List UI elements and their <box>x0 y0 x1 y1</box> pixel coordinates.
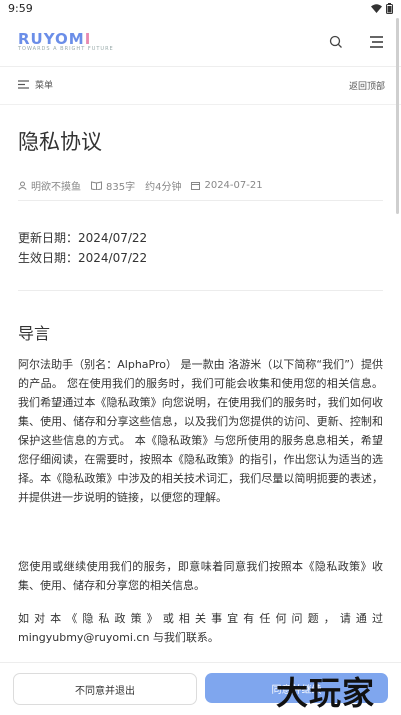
battery-icon <box>386 3 393 14</box>
reject-and-exit-button[interactable]: 不同意并退出 <box>13 673 197 705</box>
meta-read-time: 约4分钟 <box>145 178 181 193</box>
article-toolbar: 菜单 返回顶部 <box>0 66 401 105</box>
divider <box>18 200 383 201</box>
status-time: 9:59 <box>8 2 33 15</box>
meta-date-text: 2024-07-21 <box>204 180 263 191</box>
page-scrollbar[interactable] <box>396 18 399 214</box>
paragraph: 您使用或继续使用我们的服务，即意味着同意我们按照本《隐私政策》收集、使用、储存和… <box>18 560 383 592</box>
site-logo[interactable]: RUYOMI TOWARDS A BRIGHT FUTURE <box>18 30 114 52</box>
toc-menu-label: 菜单 <box>35 81 54 91</box>
effective-date: 生效日期：2024/07/22 <box>18 251 148 265</box>
site-header: RUYOMI TOWARDS A BRIGHT FUTURE <box>0 18 401 67</box>
menu-icon[interactable] <box>368 35 384 49</box>
section-heading: 导言 <box>18 324 51 343</box>
watermark: 大玩家 <box>276 674 376 712</box>
wifi-icon <box>371 4 382 13</box>
book-icon <box>91 181 102 190</box>
meta-date: 2024-07-21 <box>191 180 263 191</box>
meta-words: 835字 <box>91 178 135 193</box>
status-icons <box>371 3 393 14</box>
divider <box>18 290 383 291</box>
meta-author: 明欲不摸鱼 <box>18 178 81 193</box>
meta-read-time-text: 约4分钟 <box>145 182 182 193</box>
meta-author-text: 明欲不摸鱼 <box>31 182 81 193</box>
updated-date: 更新日期：2024/07/22 <box>18 231 148 245</box>
list-icon <box>18 80 29 89</box>
status-bar: 9:59 <box>0 0 401 18</box>
paragraph: 如对本《隐私政策》或相关事宜有任何问题，请通过 mingyubmy@ruyomi… <box>18 612 383 644</box>
toc-menu-button[interactable]: 菜单 <box>18 78 53 91</box>
paragraph: 阿尔法助手（别名：AlphaPro） 是一款由 洛游米（以下简称“我们”）提供的… <box>18 358 383 504</box>
user-icon <box>18 181 27 190</box>
meta-words-text: 835字 <box>106 182 136 193</box>
article-meta: 明欲不摸鱼 835字 约4分钟 2024-07-21 <box>18 178 273 193</box>
logo-tagline: TOWARDS A BRIGHT FUTURE <box>18 46 114 52</box>
policy-dates: 更新日期：2024/07/22 生效日期：2024/07/22 <box>18 228 147 268</box>
page-title: 隐私协议 <box>18 130 102 154</box>
search-icon[interactable] <box>328 34 344 50</box>
calendar-icon <box>191 182 201 190</box>
back-to-top-link[interactable]: 返回顶部 <box>349 79 385 92</box>
